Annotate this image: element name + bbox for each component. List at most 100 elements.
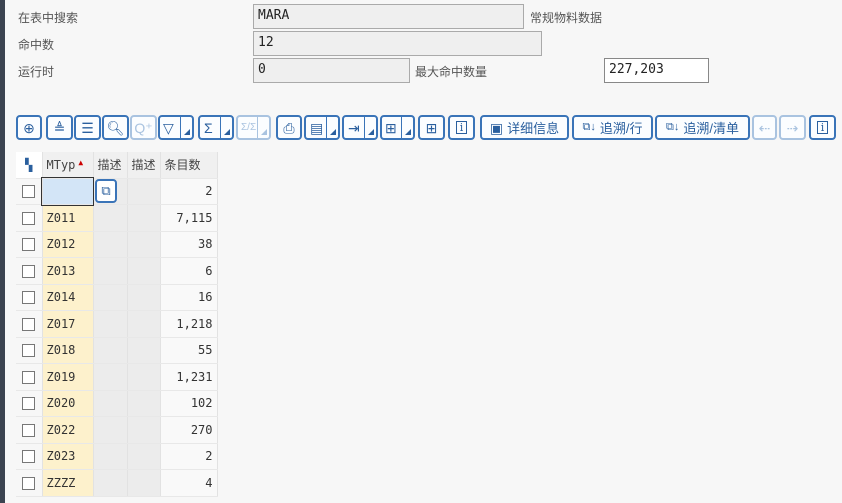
table-row[interactable]: Z022 270: [16, 416, 218, 444]
row-checkbox[interactable]: [22, 211, 36, 225]
desc-cell[interactable]: [93, 390, 128, 417]
desc-cell[interactable]: [127, 390, 161, 417]
mtyp-cell[interactable]: Z013: [42, 257, 94, 285]
row-select-cell[interactable]: [16, 284, 43, 311]
row-select-cell[interactable]: [16, 178, 43, 205]
table-row[interactable]: Z011 7,115: [16, 204, 218, 232]
mtyp-cell[interactable]: Z022: [42, 416, 94, 444]
mtyp-cell[interactable]: Z014: [42, 284, 94, 311]
desc-cell[interactable]: [127, 231, 161, 258]
dropdown-arrow-icon[interactable]: [180, 117, 192, 138]
row-select-cell[interactable]: [16, 204, 43, 232]
table-row[interactable]: ZZZZ 4: [16, 469, 218, 497]
sum-button[interactable]: Σ: [198, 115, 234, 140]
desc-cell[interactable]: [127, 443, 161, 470]
table-row[interactable]: Z012 38: [16, 231, 218, 258]
row-checkbox[interactable]: [22, 450, 36, 464]
mtyp-cell[interactable]: Z019: [42, 363, 94, 391]
table-row[interactable]: Z019 1,231: [16, 363, 218, 391]
column-header-desc2[interactable]: 描述: [127, 152, 161, 179]
column-header-desc1[interactable]: 描述: [93, 152, 128, 179]
desc-cell[interactable]: [127, 204, 161, 232]
mtyp-cell[interactable]: Z017: [42, 310, 94, 338]
desc-cell[interactable]: [93, 443, 128, 470]
copy-value-button[interactable]: ⧉: [95, 179, 117, 203]
row-select-cell[interactable]: [16, 416, 43, 444]
sort-descending-button[interactable]: ☰: [74, 115, 101, 140]
find-button[interactable]: 🔍︎: [102, 115, 129, 140]
desc-cell[interactable]: [127, 257, 161, 285]
row-checkbox[interactable]: [22, 238, 36, 252]
desc-cell[interactable]: [127, 469, 161, 497]
row-checkbox[interactable]: [22, 423, 36, 437]
count-cell[interactable]: 2: [160, 178, 218, 205]
row-select-cell[interactable]: [16, 390, 43, 417]
desc-cell[interactable]: [93, 363, 128, 391]
desc-cell[interactable]: [127, 337, 161, 364]
count-cell[interactable]: 16: [160, 284, 218, 311]
count-cell[interactable]: 1,218: [160, 310, 218, 338]
dropdown-arrow-icon[interactable]: [220, 117, 232, 138]
row-select-cell[interactable]: [16, 257, 43, 285]
desc-cell[interactable]: [93, 416, 128, 444]
count-cell[interactable]: 270: [160, 416, 218, 444]
table-row[interactable]: Z020 102: [16, 390, 218, 417]
row-select-cell[interactable]: [16, 337, 43, 364]
table-row[interactable]: Z014 16: [16, 284, 218, 311]
row-checkbox[interactable]: [22, 476, 36, 490]
count-cell[interactable]: 102: [160, 390, 218, 417]
table-row[interactable]: Z023 2: [16, 443, 218, 470]
next-button[interactable]: ⇢: [779, 115, 806, 140]
table-row[interactable]: Z017 1,218: [16, 310, 218, 338]
count-cell[interactable]: 55: [160, 337, 218, 364]
desc-cell[interactable]: [93, 337, 128, 364]
layout-settings-button[interactable]: ⊞: [418, 115, 445, 140]
mtyp-cell[interactable]: Z011: [42, 204, 94, 232]
dropdown-arrow-icon[interactable]: [401, 117, 413, 138]
desc-cell[interactable]: [127, 363, 161, 391]
dropdown-arrow-icon[interactable]: [257, 117, 269, 138]
layout-button[interactable]: ⊞: [380, 115, 415, 140]
column-header-mtyp[interactable]: MTyp ▲: [42, 152, 94, 179]
column-header-count[interactable]: 条目数: [160, 152, 218, 179]
runtime-field[interactable]: 0: [253, 58, 410, 83]
row-checkbox[interactable]: [22, 317, 36, 331]
mtyp-cell[interactable]: Z020: [42, 390, 94, 417]
select-all-icon[interactable]: ▚: [16, 152, 43, 179]
row-select-cell[interactable]: [16, 231, 43, 258]
desc-cell[interactable]: [127, 416, 161, 444]
mtyp-cell[interactable]: [41, 177, 94, 206]
desc-cell[interactable]: [93, 257, 128, 285]
search-table-field[interactable]: MARA: [253, 4, 524, 29]
desc-cell[interactable]: [93, 310, 128, 338]
details-button[interactable]: ▣ 详细信息: [480, 115, 569, 140]
views-button[interactable]: ▤: [304, 115, 340, 140]
row-checkbox[interactable]: [22, 397, 36, 411]
table-row[interactable]: Z013 6: [16, 257, 218, 285]
dropdown-arrow-icon[interactable]: [364, 117, 376, 138]
export-button[interactable]: ⇥: [342, 115, 378, 140]
trace-row-button[interactable]: ⧉↓ 追溯/行: [572, 115, 653, 140]
desc-cell[interactable]: [93, 284, 128, 311]
count-cell[interactable]: 38: [160, 231, 218, 258]
row-checkbox[interactable]: [22, 344, 36, 358]
desc-cell[interactable]: [127, 178, 161, 205]
mtyp-cell[interactable]: Z023: [42, 443, 94, 470]
subtotal-button[interactable]: Σ/Σ: [236, 115, 271, 140]
desc-cell[interactable]: [93, 204, 128, 232]
row-select-cell[interactable]: [16, 310, 43, 338]
info-button[interactable]: i: [448, 115, 475, 140]
desc-cell[interactable]: [127, 284, 161, 311]
max-hits-field[interactable]: 227,203: [604, 58, 709, 83]
row-checkbox[interactable]: [22, 291, 36, 305]
previous-button[interactable]: ⇠: [752, 115, 777, 140]
sort-ascending-button[interactable]: ≜: [46, 115, 73, 140]
count-cell[interactable]: 4: [160, 469, 218, 497]
mtyp-cell[interactable]: Z012: [42, 231, 94, 258]
desc-cell[interactable]: [127, 310, 161, 338]
count-cell[interactable]: 6: [160, 257, 218, 285]
hits-field[interactable]: 12: [253, 31, 542, 56]
print-button[interactable]: ⎙: [276, 115, 302, 140]
desc-cell[interactable]: [93, 469, 128, 497]
row-select-cell[interactable]: [16, 443, 43, 470]
